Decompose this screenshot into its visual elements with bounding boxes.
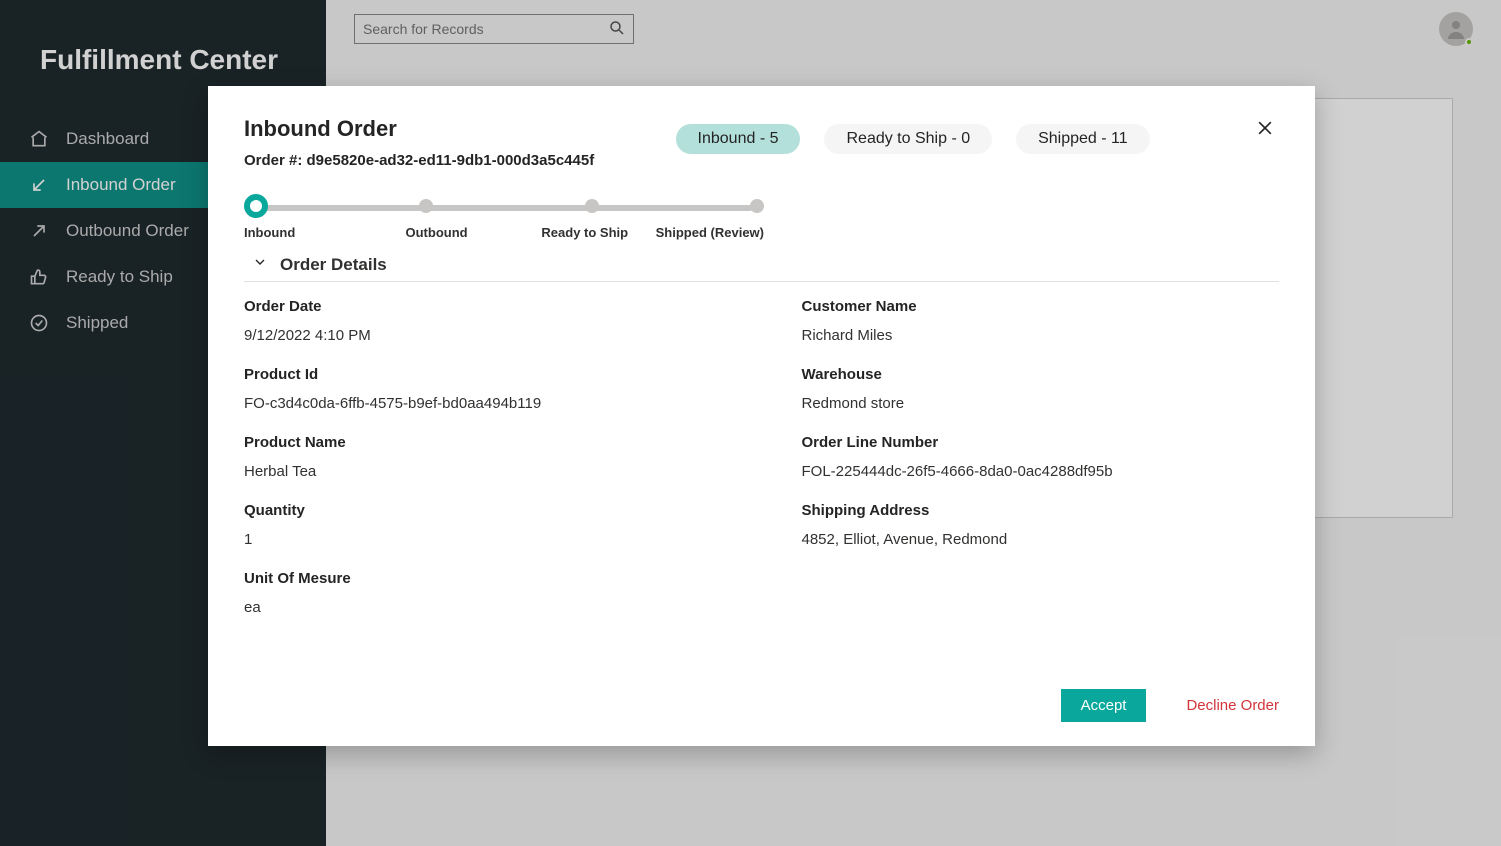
step-label: Inbound [244,225,364,240]
field-product-name: Product Name Herbal Tea [244,434,722,480]
order-number: Order #: d9e5820e-ad32-ed11-9db1-000d3a5… [244,152,594,169]
section-title: Order Details [280,255,387,275]
field-value: FO-c3d4c0da-6ffb-4575-b9ef-bd0aa494b119 [244,395,722,412]
field-value: Richard Miles [802,327,1280,344]
field-label: Order Date [244,298,722,315]
field-shipping-address: Shipping Address 4852, Elliot, Avenue, R… [802,502,1280,548]
modal-footer: Accept Decline Order [244,681,1279,722]
field-customer-name: Customer Name Richard Miles [802,298,1280,344]
inbound-order-modal: Inbound Order Order #: d9e5820e-ad32-ed1… [208,86,1315,746]
field-quantity: Quantity 1 [244,502,722,548]
step-dot-shipped [750,199,764,213]
status-pill-row: Inbound - 5 Ready to Ship - 0 Shipped - … [676,116,1150,154]
accept-button[interactable]: Accept [1061,689,1147,722]
step-label: Ready to Ship [525,225,645,240]
field-label: Unit Of Mesure [244,570,722,587]
field-order-date: Order Date 9/12/2022 4:10 PM [244,298,722,344]
modal-title: Inbound Order [244,116,594,142]
step-dot-ready [585,199,599,213]
step-dot-inbound [244,194,268,218]
chevron-down-icon [244,254,268,275]
field-label: Product Id [244,366,722,383]
field-label: Quantity [244,502,722,519]
details-left-column: Order Date 9/12/2022 4:10 PM Product Id … [244,298,722,681]
field-value: FOL-225444dc-26f5-4666-8da0-0ac4288df95b [802,463,1280,480]
field-value: ea [244,599,722,616]
close-button[interactable] [1251,116,1279,144]
field-value: Redmond store [802,395,1280,412]
field-label: Shipping Address [802,502,1280,519]
field-label: Warehouse [802,366,1280,383]
field-label: Order Line Number [802,434,1280,451]
decline-order-button[interactable]: Decline Order [1186,697,1279,714]
field-label: Product Name [244,434,722,451]
pill-ready-to-ship[interactable]: Ready to Ship - 0 [824,124,992,154]
step-label: Outbound [364,225,526,240]
field-unit-of-measure: Unit Of Mesure ea [244,570,722,616]
details-right-column: Customer Name Richard Miles Warehouse Re… [802,298,1280,681]
field-value: Herbal Tea [244,463,722,480]
field-product-id: Product Id FO-c3d4c0da-6ffb-4575-b9ef-bd… [244,366,722,412]
order-details-toggle[interactable]: Order Details [244,254,1279,282]
step-label: Shipped (Review) [645,225,765,240]
field-label: Customer Name [802,298,1280,315]
field-value: 9/12/2022 4:10 PM [244,327,722,344]
field-value: 1 [244,531,722,548]
step-dot-outbound [419,199,433,213]
field-value: 4852, Elliot, Avenue, Redmond [802,531,1280,548]
close-icon [1255,118,1275,143]
field-order-line-number: Order Line Number FOL-225444dc-26f5-4666… [802,434,1280,480]
pill-shipped[interactable]: Shipped - 11 [1016,124,1150,154]
field-warehouse: Warehouse Redmond store [802,366,1280,412]
order-stepper: Inbound Outbound Ready to Ship Shipped (… [244,197,764,240]
pill-inbound[interactable]: Inbound - 5 [676,124,801,154]
